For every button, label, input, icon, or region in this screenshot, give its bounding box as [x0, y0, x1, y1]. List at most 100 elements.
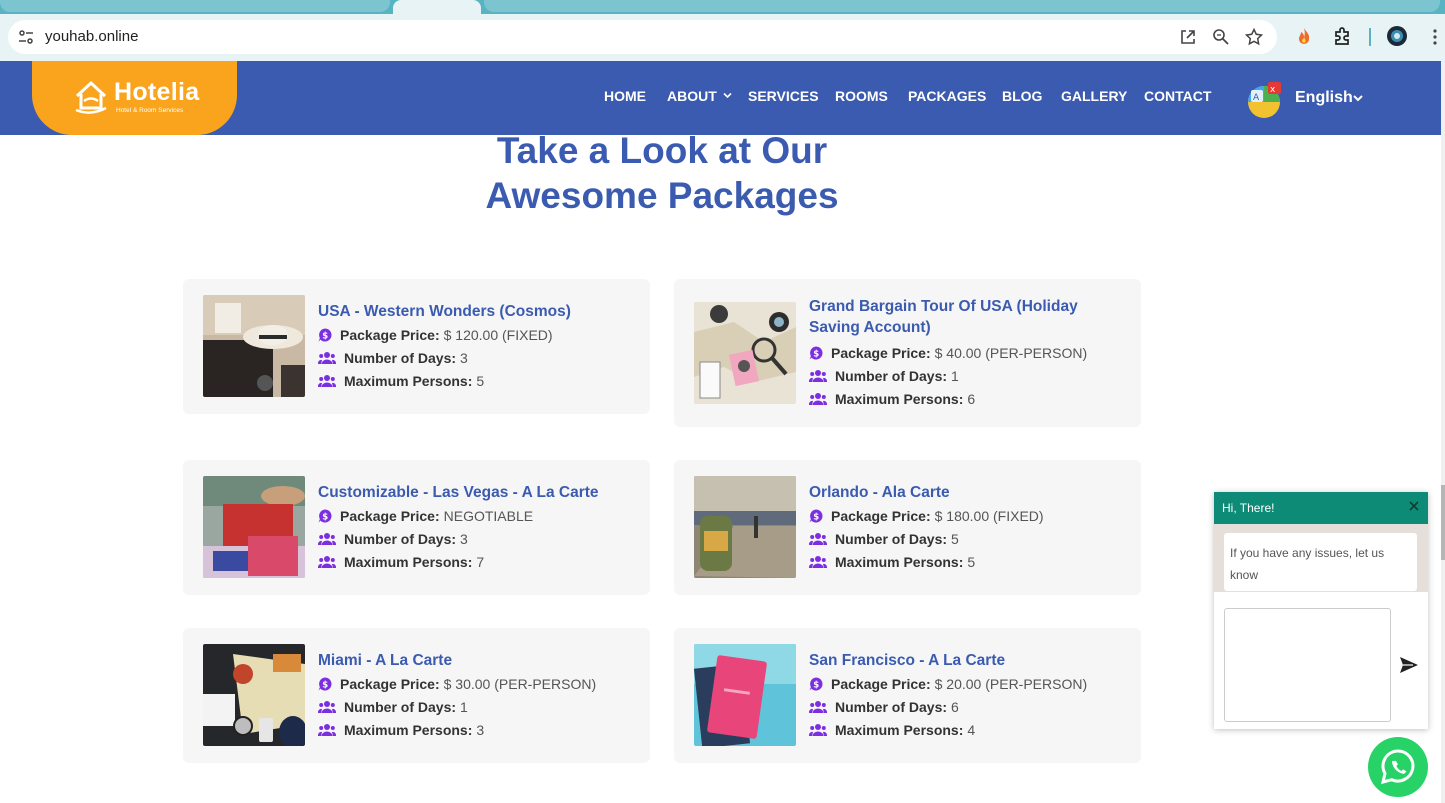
send-icon[interactable]: [1399, 656, 1419, 674]
persons-label: Maximum Persons:: [835, 554, 964, 570]
whatsapp-button[interactable]: [1368, 737, 1428, 797]
persons-label: Maximum Persons:: [835, 722, 964, 738]
browser-tab-active[interactable]: [393, 0, 481, 14]
users-icon: [318, 532, 336, 546]
package-image-suitcase[interactable]: [203, 476, 305, 578]
price-chat-dollar-icon: [318, 328, 332, 342]
nav-home[interactable]: HOME: [604, 88, 646, 104]
price-label: Package Price:: [831, 345, 931, 361]
price-value: $ 30.00 (PER-PERSON): [443, 676, 597, 692]
days-label: Number of Days:: [344, 531, 457, 547]
extensions-puzzle-icon[interactable]: [1332, 26, 1352, 46]
package-persons-row: Maximum Persons: 3: [318, 722, 484, 738]
price-chat-dollar-icon: [809, 346, 823, 360]
package-persons-row: Maximum Persons: 5: [318, 373, 484, 389]
package-price-row: Package Price: $ 180.00 (FIXED): [809, 508, 1044, 524]
price-value: $ 180.00 (FIXED): [934, 508, 1044, 524]
nav-about[interactable]: ABOUT: [667, 88, 732, 104]
nav-contact[interactable]: CONTACT: [1144, 88, 1211, 104]
package-days-row: Number of Days: 1: [809, 368, 959, 384]
persons-value: 4: [967, 722, 976, 738]
browser-tab[interactable]: [0, 0, 390, 12]
package-image-travel-flatlay[interactable]: [203, 644, 305, 746]
close-icon[interactable]: [1408, 500, 1420, 512]
users-icon: [318, 723, 336, 737]
package-card[interactable]: Miami - A La Carte Package Price: $ 30.0…: [183, 628, 650, 763]
address-bar[interactable]: youhab.online: [8, 20, 1277, 54]
zoom-icon[interactable]: [1212, 28, 1230, 46]
users-icon: [318, 351, 336, 365]
nav-services[interactable]: SERVICES: [748, 88, 819, 104]
package-price-row: Package Price: $ 20.00 (PER-PERSON): [809, 676, 1087, 692]
package-price-row: Package Price: $ 30.00 (PER-PERSON): [318, 676, 596, 692]
chat-header: Hi, There!: [1214, 492, 1428, 524]
package-image-passport[interactable]: [694, 644, 796, 746]
days-value: 3: [460, 531, 468, 547]
svg-text:x: x: [1270, 85, 1276, 95]
package-card[interactable]: Orlando - Ala Carte Package Price: $ 180…: [674, 460, 1141, 595]
package-persons-row: Maximum Persons: 5: [809, 554, 975, 570]
chat-message-area: If you have any issues, let us know: [1214, 524, 1428, 592]
profile-avatar-icon[interactable]: [1387, 26, 1407, 46]
price-label: Package Price:: [831, 676, 931, 692]
package-photo: [694, 644, 796, 746]
package-title[interactable]: USA - Western Wonders (Cosmos): [318, 301, 628, 322]
package-image-backpack-platform[interactable]: [694, 476, 796, 578]
persons-value: 5: [476, 373, 485, 389]
package-card[interactable]: San Francisco - A La Carte Package Price…: [674, 628, 1141, 763]
users-icon: [809, 392, 827, 406]
package-title[interactable]: Grand Bargain Tour Of USA (Holiday Savin…: [809, 296, 1119, 338]
package-price-row: Package Price: $ 40.00 (PER-PERSON): [809, 345, 1087, 361]
page-scrollbar-thumb[interactable]: [1441, 485, 1445, 560]
nav-packages[interactable]: PACKAGES: [908, 88, 986, 104]
package-card[interactable]: USA - Western Wonders (Cosmos) Package P…: [183, 279, 650, 414]
open-in-app-icon[interactable]: [1179, 28, 1197, 46]
bookmark-star-icon[interactable]: [1245, 28, 1263, 46]
days-value: 6: [951, 699, 959, 715]
persons-label: Maximum Persons:: [835, 391, 964, 407]
days-value: 1: [951, 368, 959, 384]
extension-fire-icon[interactable]: [1294, 26, 1314, 46]
whatsapp-icon: [1380, 749, 1415, 785]
package-title[interactable]: Customizable - Las Vegas - A La Carte: [318, 482, 628, 503]
page-scrollbar[interactable]: [1441, 61, 1445, 803]
url-text[interactable]: youhab.online: [45, 28, 138, 45]
package-persons-row: Maximum Persons: 4: [809, 722, 975, 738]
users-icon: [809, 369, 827, 383]
chevron-down-icon[interactable]: [1352, 93, 1364, 103]
site-logo[interactable]: Hotelia Hotel & Room Services: [32, 61, 237, 135]
nav-rooms[interactable]: ROOMS: [835, 88, 888, 104]
package-card[interactable]: Customizable - Las Vegas - A La Carte Pa…: [183, 460, 650, 595]
chat-input[interactable]: [1224, 608, 1391, 722]
browser-tab[interactable]: [484, 0, 1440, 12]
nav-blog[interactable]: BLOG: [1002, 88, 1042, 104]
package-title[interactable]: Orlando - Ala Carte: [809, 482, 1119, 503]
users-icon: [318, 374, 336, 388]
package-image-packing-hat[interactable]: [203, 295, 305, 397]
persons-value: 6: [967, 391, 976, 407]
package-title[interactable]: San Francisco - A La Carte: [809, 650, 1119, 671]
site-header: Hotelia Hotel & Room Services HOME ABOUT…: [0, 61, 1441, 135]
package-title[interactable]: Miami - A La Carte: [318, 650, 628, 671]
package-days-row: Number of Days: 3: [318, 531, 468, 547]
browser-menu-icon[interactable]: [1432, 28, 1438, 46]
svg-text:A: A: [1253, 93, 1260, 103]
users-icon: [809, 723, 827, 737]
users-icon: [318, 700, 336, 714]
language-translate-icon[interactable]: A x: [1246, 82, 1282, 118]
site-settings-icon[interactable]: [18, 29, 34, 45]
users-icon: [318, 555, 336, 569]
days-value: 5: [951, 531, 959, 547]
package-persons-row: Maximum Persons: 6: [809, 391, 975, 407]
price-label: Package Price:: [340, 508, 440, 524]
language-selector[interactable]: English: [1295, 89, 1353, 107]
price-label: Package Price:: [831, 508, 931, 524]
package-image-map-camera[interactable]: [694, 302, 796, 404]
nav-gallery[interactable]: GALLERY: [1061, 88, 1127, 104]
logo-tagline: Hotel & Room Services: [116, 107, 184, 114]
package-persons-row: Maximum Persons: 7: [318, 554, 484, 570]
package-card[interactable]: Grand Bargain Tour Of USA (Holiday Savin…: [674, 279, 1141, 427]
days-label: Number of Days:: [835, 531, 948, 547]
package-photo: [203, 644, 305, 746]
price-label: Package Price:: [340, 676, 440, 692]
